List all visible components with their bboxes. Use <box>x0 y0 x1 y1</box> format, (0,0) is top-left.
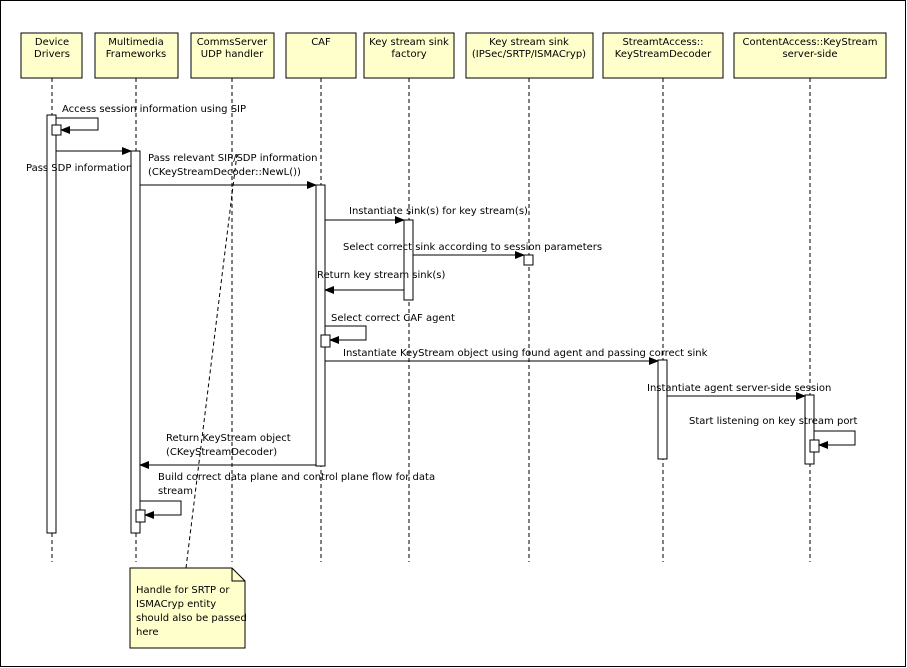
svg-text:Pass SDP information: Pass SDP information <box>26 163 132 174</box>
sequence-diagram: Device Drivers Multimedia Frameworks Comms… <box>0 0 906 667</box>
svg-text:Instantiate KeyStream object u: Instantiate KeyStream object using found… <box>343 348 708 359</box>
svg-text:Instantiate sink(s) for key st: Instantiate sink(s) for key stream(s) <box>349 206 528 217</box>
activation-self-caf <box>320 334 331 348</box>
svg-text:Start listening on key stream: Start listening on key stream port <box>689 416 858 427</box>
activation-key-stream-sink <box>523 254 534 266</box>
svg-text:Instantiate agent server-side: Instantiate agent server-side session <box>647 383 831 394</box>
svg-text:Return key stream sink(s): Return key stream sink(s) <box>317 270 445 281</box>
activation-self-multimedia <box>135 509 146 523</box>
activation-sink-factory <box>403 219 414 301</box>
activation-self-device-drivers <box>51 124 62 136</box>
svg-text:Select correct CAF agent: Select correct CAF agent <box>331 313 455 324</box>
activation-keystreamdecoder <box>657 359 668 460</box>
participant-label: CAF <box>311 37 331 48</box>
activation-self-server-side <box>809 439 820 453</box>
activation-caf <box>315 184 326 467</box>
participant-label: StreamtAccess:: KeyStreamDecoder <box>615 37 712 60</box>
activation-multimedia-frameworks <box>130 150 141 534</box>
activation-device-drivers <box>46 114 57 534</box>
svg-text:Select correct sink according: Select correct sink according to session… <box>343 242 602 253</box>
activation-server-side <box>804 394 815 465</box>
participant-label: Multimedia Frameworks <box>106 37 167 60</box>
participant-label: CommsServer UDP handler <box>197 37 268 60</box>
svg-text:Access session information usi: Access session information using SIP <box>62 104 246 115</box>
participant-label: Device Drivers <box>34 37 70 60</box>
